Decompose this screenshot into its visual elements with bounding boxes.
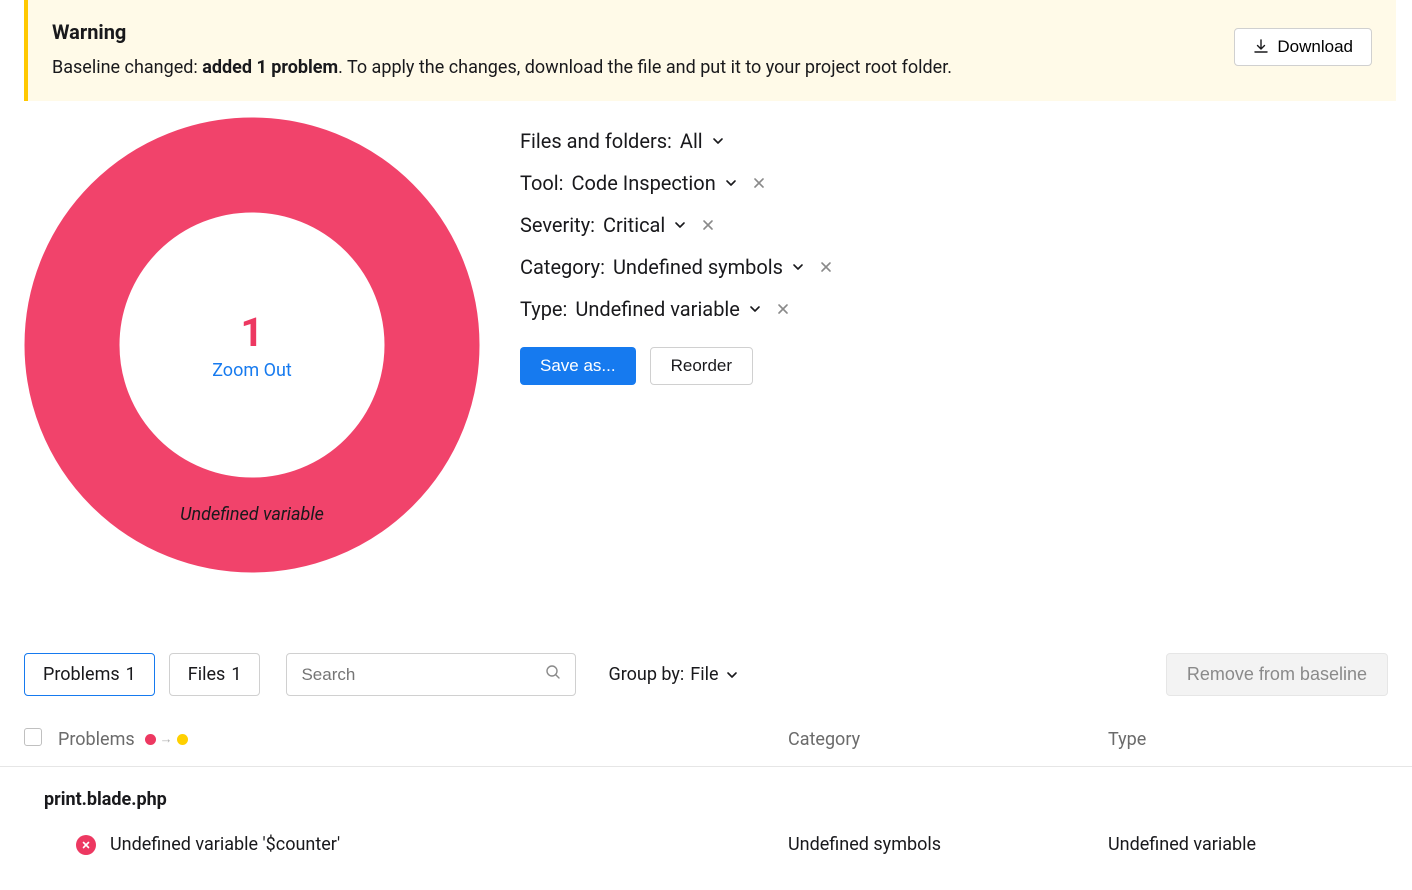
close-icon[interactable] — [701, 218, 715, 232]
filter-tool-label: Tool: — [520, 171, 564, 195]
close-icon[interactable] — [776, 302, 790, 316]
header-checkbox-col — [24, 728, 58, 750]
chevron-down-icon — [725, 668, 739, 682]
reorder-button[interactable]: Reorder — [650, 347, 753, 385]
groupby-value: File — [690, 664, 718, 685]
problem-category: Undefined symbols — [788, 834, 1108, 855]
donut-chart[interactable]: 1 Zoom Out Undefined variable — [24, 117, 480, 573]
zoom-out-link[interactable]: Zoom Out — [212, 360, 292, 381]
problem-type: Undefined variable — [1108, 834, 1388, 855]
problem-text: Undefined variable '$counter' — [110, 834, 788, 855]
header-type: Type — [1108, 729, 1388, 750]
header-problems-label: Problems — [58, 729, 135, 750]
tab-files[interactable]: Files 1 — [169, 653, 261, 696]
severity-filter-icon[interactable]: → — [145, 731, 188, 747]
file-group-header[interactable]: print.blade.php — [0, 767, 1412, 818]
select-all-checkbox[interactable] — [24, 728, 42, 746]
filter-type-label: Type: — [520, 297, 567, 321]
warning-banner: Warning Baseline changed: added 1 proble… — [24, 0, 1396, 101]
tab-problems-label: Problems — [43, 664, 120, 685]
chevron-down-icon[interactable] — [711, 134, 725, 148]
filter-severity-label: Severity: — [520, 213, 595, 237]
download-button[interactable]: Download — [1234, 28, 1372, 66]
filter-files-value: All — [680, 129, 703, 153]
filter-category-label: Category: — [520, 255, 605, 279]
warning-text: Warning Baseline changed: added 1 proble… — [52, 20, 1234, 81]
download-icon — [1253, 39, 1269, 55]
tab-files-count: 1 — [231, 664, 241, 685]
filter-category[interactable]: Category: Undefined symbols — [520, 255, 833, 279]
donut-count: 1 — [212, 309, 292, 356]
header-problems: Problems → — [58, 729, 788, 750]
main-row: 1 Zoom Out Undefined variable Files and … — [0, 117, 1412, 573]
download-label: Download — [1277, 37, 1353, 57]
warning-title: Warning — [52, 20, 1234, 44]
search-input[interactable] — [301, 665, 545, 685]
dot-red-icon — [145, 734, 156, 745]
warning-body-suffix: . To apply the changes, download the fil… — [338, 57, 952, 78]
dot-yellow-icon — [177, 734, 188, 745]
filter-type-value: Undefined variable — [575, 297, 740, 321]
filter-tool-value: Code Inspection — [572, 171, 716, 195]
donut-center: 1 Zoom Out — [212, 309, 292, 381]
filter-tool[interactable]: Tool: Code Inspection — [520, 171, 833, 195]
close-icon[interactable] — [752, 176, 766, 190]
tab-problems[interactable]: Problems 1 — [24, 653, 155, 696]
filter-type[interactable]: Type: Undefined variable — [520, 297, 833, 321]
filter-severity[interactable]: Severity: Critical — [520, 213, 833, 237]
error-icon — [76, 835, 96, 855]
header-category: Category — [788, 729, 1108, 750]
close-icon[interactable] — [819, 260, 833, 274]
result-header: Problems → Category Type — [0, 708, 1412, 767]
chevron-down-icon[interactable] — [791, 260, 805, 274]
tab-files-label: Files — [188, 664, 226, 685]
table-row[interactable]: Undefined variable '$counter' Undefined … — [0, 818, 1412, 871]
search-icon — [545, 664, 561, 685]
donut-segment-label: Undefined variable — [180, 504, 324, 525]
groupby-dropdown[interactable]: Group by: File — [608, 664, 738, 685]
chevron-down-icon[interactable] — [748, 302, 762, 316]
filter-severity-value: Critical — [603, 213, 665, 237]
filter-category-value: Undefined symbols — [613, 255, 783, 279]
warning-body-prefix: Baseline changed: — [52, 57, 202, 78]
chevron-down-icon[interactable] — [724, 176, 738, 190]
filter-buttons: Save as... Reorder — [520, 347, 833, 385]
save-as-button[interactable]: Save as... — [520, 347, 636, 385]
warning-body-bold: added 1 problem — [202, 57, 338, 78]
tab-problems-count: 1 — [126, 664, 136, 685]
warning-body: Baseline changed: added 1 problem. To ap… — [52, 54, 1234, 81]
filter-files[interactable]: Files and folders: All — [520, 129, 833, 153]
arrow-right-icon: → — [160, 731, 173, 747]
filters-panel: Files and folders: All Tool: Code Inspec… — [520, 117, 833, 385]
search-box[interactable] — [286, 653, 576, 696]
tab-bar: Problems 1 Files 1 Group by: File Remove… — [0, 613, 1412, 696]
chevron-down-icon[interactable] — [673, 218, 687, 232]
remove-from-baseline-button[interactable]: Remove from baseline — [1166, 653, 1388, 696]
groupby-label: Group by: — [608, 664, 684, 685]
filter-files-label: Files and folders: — [520, 129, 672, 153]
